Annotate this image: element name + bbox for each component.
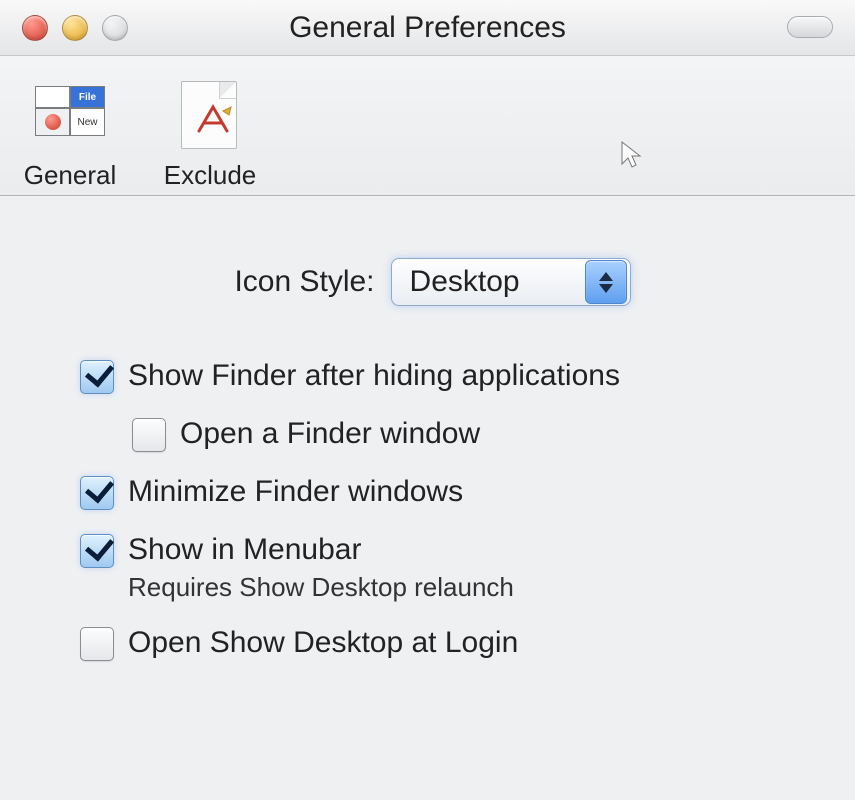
checkbox-label-open-at-login: Open Show Desktop at Login bbox=[128, 625, 518, 661]
window-title: General Preferences bbox=[0, 11, 855, 45]
select-arrows-icon bbox=[585, 260, 627, 304]
icon-style-select[interactable]: Desktop bbox=[391, 256, 631, 308]
checkbox-row-show-menubar: Show in Menubar Requires Show Desktop re… bbox=[80, 532, 785, 603]
checkbox-open-finder-window[interactable] bbox=[132, 418, 166, 452]
checkbox-row-open-finder-window: Open a Finder window bbox=[132, 416, 785, 452]
minimize-button[interactable] bbox=[62, 15, 88, 41]
checkbox-label-show-menubar: Show in Menubar bbox=[128, 532, 514, 568]
checkbox-open-at-login[interactable] bbox=[80, 627, 114, 661]
traffic-lights bbox=[0, 15, 128, 41]
icon-style-row: Icon Style: Desktop bbox=[80, 256, 785, 308]
general-icon: File New bbox=[30, 76, 110, 156]
checkbox-label-open-finder-window: Open a Finder window bbox=[180, 416, 480, 452]
checkbox-row-open-at-login: Open Show Desktop at Login bbox=[80, 625, 785, 661]
toolbar-toggle-pill[interactable] bbox=[787, 16, 833, 38]
toolbar: File New General bbox=[0, 56, 855, 196]
toolbar-label-exclude: Exclude bbox=[164, 160, 257, 191]
checkbox-row-show-finder: Show Finder after hiding applications bbox=[80, 358, 785, 394]
content-area: Icon Style: Desktop Show Finder after hi… bbox=[0, 196, 855, 713]
toolbar-item-exclude[interactable]: Exclude bbox=[150, 76, 270, 191]
checkbox-row-minimize-finder: Minimize Finder windows bbox=[80, 474, 785, 510]
close-button[interactable] bbox=[22, 15, 48, 41]
exclude-icon bbox=[170, 76, 250, 156]
checkbox-label-minimize-finder: Minimize Finder windows bbox=[128, 474, 463, 510]
checkbox-show-menubar[interactable] bbox=[80, 534, 114, 568]
toolbar-label-general: General bbox=[24, 160, 117, 191]
checkbox-sublabel-show-menubar: Requires Show Desktop relaunch bbox=[128, 572, 514, 603]
checkbox-label-show-finder: Show Finder after hiding applications bbox=[128, 358, 620, 394]
checkbox-minimize-finder[interactable] bbox=[80, 476, 114, 510]
titlebar: General Preferences bbox=[0, 0, 855, 56]
checkbox-show-finder[interactable] bbox=[80, 360, 114, 394]
zoom-button[interactable] bbox=[102, 15, 128, 41]
preferences-window: General Preferences File New General bbox=[0, 0, 855, 800]
icon-style-label: Icon Style: bbox=[234, 265, 374, 299]
toolbar-item-general[interactable]: File New General bbox=[10, 76, 130, 191]
